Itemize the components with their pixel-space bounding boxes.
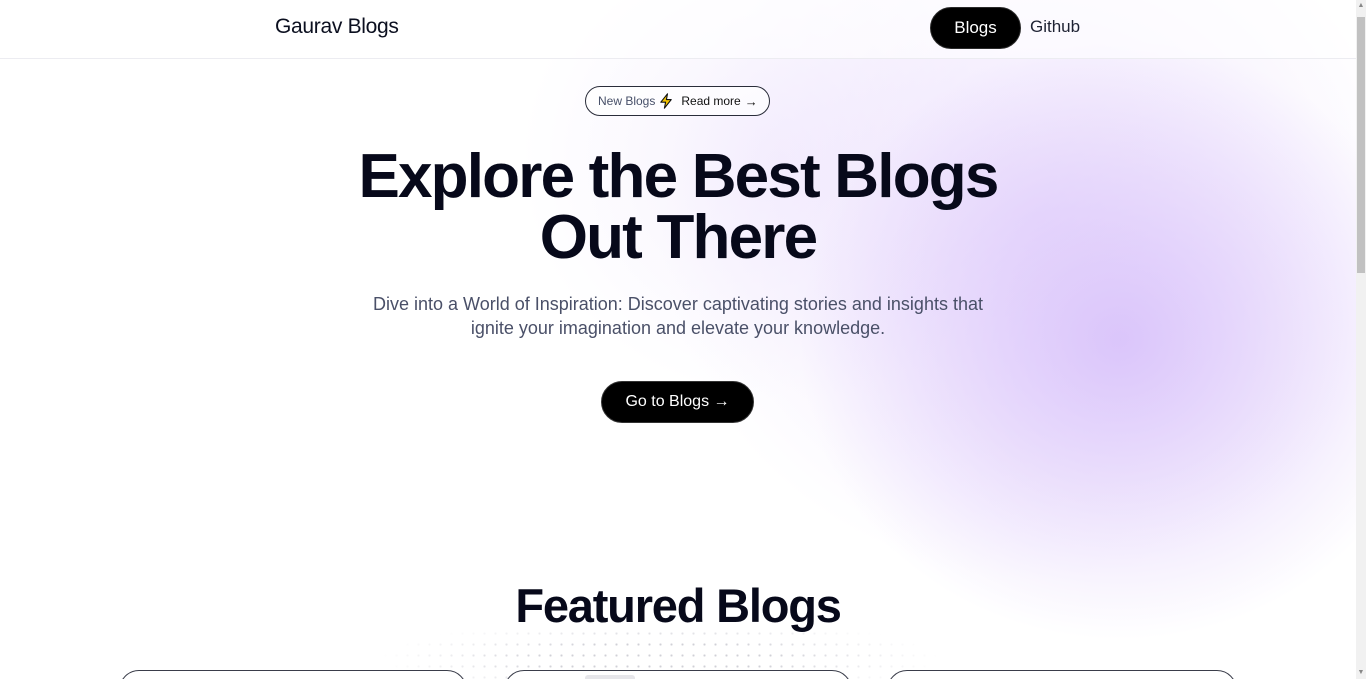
scrollbar-thumb[interactable] [1357,17,1365,273]
scroll-up-arrow-icon[interactable]: ▲ [1357,2,1365,10]
hero-subtitle-line-2: ignite your imagination and elevate your… [470,318,886,338]
hero-title-line-2: Out There [539,203,818,272]
read-more-link: Read more [681,94,741,108]
hero-title: Explore the Best Blogs Out There [283,146,1073,269]
featured-blogs-heading: Featured Blogs [515,579,842,632]
navbar: Gaurav Blogs Blogs Github [0,0,1356,59]
brand-logo[interactable]: Gaurav Blogs [275,15,399,39]
vertical-scrollbar[interactable]: ▲ ▼ [1356,0,1366,679]
announcement-tag: New Blogs [598,94,656,108]
hero-title-line-1: Explore the Best Blogs [358,142,999,211]
lightning-bolt-icon [660,93,673,109]
blog-card[interactable] [119,670,467,679]
announcement-pill[interactable]: New Blogs Read more → [585,86,770,116]
arrow-right-icon: → [744,93,758,109]
scroll-down-arrow-icon[interactable]: ▼ [1357,669,1365,677]
blog-card[interactable] [887,670,1237,679]
blog-card-thumbnail [585,675,635,679]
nav-link-blogs[interactable]: Blogs [930,7,1021,49]
hero-subtitle: Dive into a World of Inspiration: Discov… [340,292,1016,340]
blog-card[interactable] [504,670,852,679]
nav-link-github[interactable]: Github [1030,17,1080,37]
hero-subtitle-line-1: Dive into a World of Inspiration: Discov… [373,294,983,314]
go-to-blogs-button[interactable]: Go to Blogs → [601,381,754,423]
